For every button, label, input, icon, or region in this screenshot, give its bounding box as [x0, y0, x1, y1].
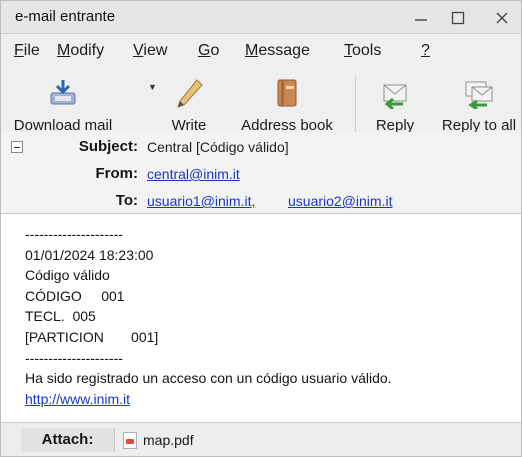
- menu-tools-mnemonic: T: [344, 42, 352, 59]
- body-text-line: [PARTICION 001]: [25, 328, 159, 345]
- download-dropdown-arrow[interactable]: ▼: [148, 82, 157, 92]
- message-headers: Subject: Central [Código válido] From: c…: [1, 132, 521, 214]
- body-text-line: TECL. 005: [25, 308, 96, 325]
- menu-message-mnemonic: M: [245, 42, 259, 59]
- menu-file-label: ile: [23, 42, 40, 59]
- menu-bar: File Modify View Go Message Tools ?: [1, 34, 521, 69]
- menu-file-mnemonic: F: [14, 42, 24, 59]
- reply-icon: [383, 84, 407, 109]
- menu-view-label: iew: [143, 42, 168, 59]
- attachment-bar: Attach: map.pdf: [1, 422, 521, 456]
- mail-window: e-mail entrante File Modify View Go Mess…: [0, 0, 522, 457]
- to-label: To:: [115, 192, 138, 209]
- attach-label: Attach:: [21, 428, 115, 452]
- address-book-icon: [277, 79, 297, 107]
- from-address-link[interactable]: central@inim.it: [147, 166, 240, 182]
- pdf-file-icon: [123, 431, 137, 449]
- collapse-headers-toggle[interactable]: [11, 141, 23, 153]
- to-address-link[interactable]: usuario2@inim.it: [288, 193, 392, 209]
- attachment-item[interactable]: map.pdf: [123, 428, 194, 452]
- body-separator: ---------------------: [25, 349, 123, 366]
- window-title: e-mail entrante: [15, 8, 116, 25]
- menu-tools-label: ools: [352, 42, 382, 59]
- minimize-icon: [415, 18, 427, 21]
- from-label: From:: [95, 165, 139, 182]
- menu-modify-mnemonic: M: [57, 42, 71, 59]
- close-icon: [496, 12, 508, 23]
- menu-view[interactable]: View: [133, 42, 167, 60]
- menu-go-mnemonic: G: [198, 42, 211, 59]
- menu-go[interactable]: Go: [198, 42, 219, 60]
- menu-help-mnemonic: ?: [421, 42, 430, 59]
- subject-value: Central [Código válido]: [147, 139, 289, 155]
- menu-modify-label: odify: [70, 42, 105, 59]
- attachment-filename: map.pdf: [143, 432, 194, 448]
- menu-tools[interactable]: Tools: [344, 42, 381, 60]
- menu-go-label: o: [210, 42, 220, 59]
- menu-message[interactable]: Message: [245, 42, 310, 60]
- menu-help[interactable]: ?: [421, 42, 430, 60]
- maximize-button[interactable]: [441, 5, 475, 30]
- menu-message-label: essage: [258, 42, 310, 59]
- body-text-line: Código válido: [25, 267, 110, 284]
- to-address-link[interactable]: usuario1@inim.it,: [147, 193, 255, 209]
- close-button[interactable]: [485, 5, 519, 30]
- reply-all-icon: [465, 81, 493, 109]
- pencil-icon: [177, 79, 203, 108]
- menu-modify[interactable]: Modify: [57, 42, 104, 60]
- body-separator: ---------------------: [25, 226, 123, 242]
- body-text-line: CÓDIGO 001: [25, 287, 125, 304]
- download-mail-icon: [50, 80, 76, 105]
- body-text-line: Ha sido registrado un acceso con un códi…: [25, 370, 392, 387]
- body-website-link[interactable]: http://www.inim.it: [25, 391, 130, 407]
- body-timestamp: 01/01/2024 18:23:00: [25, 246, 154, 263]
- menu-file[interactable]: File: [14, 42, 40, 60]
- title-bar[interactable]: e-mail entrante: [1, 1, 521, 34]
- menu-view-mnemonic: V: [133, 42, 144, 59]
- subject-label: Subject:: [78, 138, 138, 155]
- minimize-button[interactable]: [404, 5, 438, 30]
- maximize-icon: [451, 11, 465, 24]
- message-body[interactable]: --------------------- 01/01/2024 18:23:0…: [1, 215, 521, 422]
